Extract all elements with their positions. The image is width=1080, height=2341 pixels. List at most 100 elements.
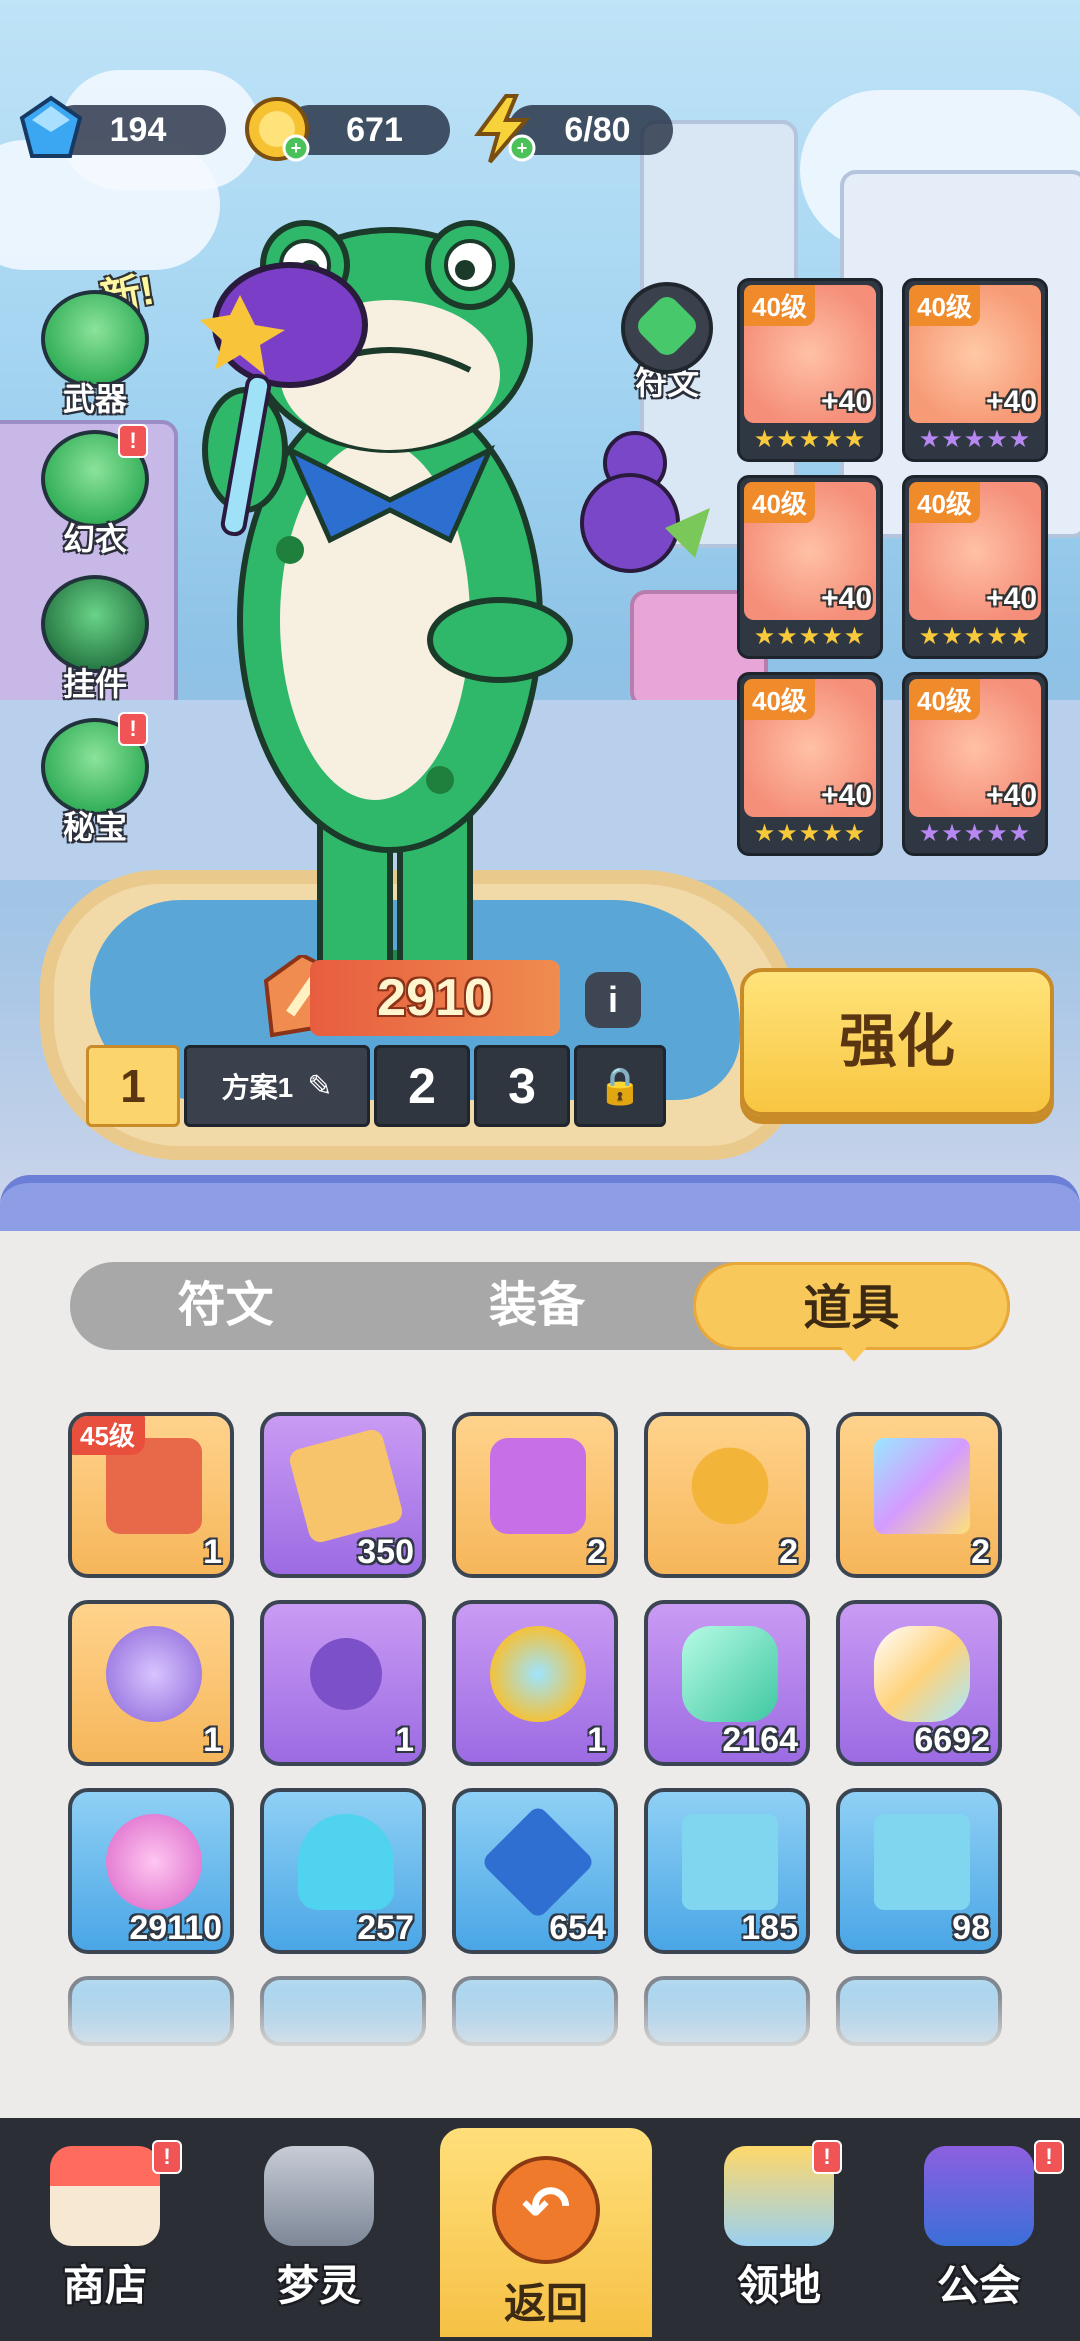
edit-icon: ✎ [307,1069,333,1103]
item-count: 29110 [129,1909,222,1947]
alert-badge: ! [118,424,148,458]
item-slot[interactable]: 6692 [836,1600,1002,1766]
item-count: 2 [971,1533,990,1571]
nav-guild[interactable]: 公会 ! [884,2118,1074,2341]
plan-2-button[interactable]: 2 [374,1045,470,1127]
item-count: 257 [357,1909,414,1947]
rune-icon [621,282,713,374]
shop-icon [50,2146,160,2246]
item-slot[interactable]: 185 [644,1788,810,1954]
spirit-capsule-icon [490,1626,586,1722]
equip-level: 40级 [909,285,980,326]
item-slot[interactable]: 2 [644,1412,810,1578]
equip-stars: ★★★★★ [753,426,867,453]
plan-selector: 1 方案1 ✎ 2 3 🔒 [86,1045,666,1127]
tab-items[interactable]: 道具 [692,1262,1010,1350]
equip-slot-pants[interactable]: 40级 +40 ★★★★★ [902,475,1048,659]
nav-label-dream: 梦灵 [276,2262,361,2309]
plan-locked-button[interactable]: 🔒 [574,1045,666,1127]
blueprint-icon [682,1814,778,1910]
nav-label-guild: 公会 [936,2262,1021,2309]
item-count: 350 [357,1533,414,1571]
guild-icon [924,2146,1034,2246]
tab-runes[interactable]: 符文 [70,1262,381,1350]
blueprint-icon [874,1814,970,1910]
gourd-icon [580,431,710,573]
item-slot[interactable]: 29110 [68,1788,234,1954]
equip-slot-armor[interactable]: 40级 +40 ★★★★★ [902,278,1048,462]
side-item-pendant[interactable]: 挂件 [30,575,160,705]
gems-value: 194 [109,110,167,149]
nav-label-shop: 商店 [62,2262,147,2309]
plan-current-number[interactable]: 1 [86,1045,180,1127]
item-slot[interactable]: 654 [452,1788,618,1954]
side-item-weapon[interactable]: 武器 [30,290,160,420]
puzzle-icon [490,1438,586,1534]
item-count: 1 [203,1533,222,1571]
item-slot[interactable]: 2 [452,1412,618,1578]
nav-label-territory: 领地 [736,2262,821,2309]
nav-dream-spirit[interactable]: 梦灵 [224,2118,414,2341]
pink-gem-icon [106,1814,202,1910]
plan-name-button[interactable]: 方案1 ✎ [184,1045,370,1127]
equip-level: 40级 [744,679,815,720]
lightning-icon[interactable]: + [466,92,540,166]
alert-badge: ! [118,712,148,746]
active-tab-pointer [840,1346,868,1362]
item-slot[interactable]: 350 [260,1412,426,1578]
equip-plus: +40 [986,582,1037,615]
panel-divider [0,1175,1080,1231]
equip-slot-shoes[interactable]: 40级 +40 ★★★★★ [737,672,883,856]
green-crystal-icon [682,1626,778,1722]
info-button[interactable]: i [585,972,641,1028]
side-label-costume: 幻衣 [62,521,127,557]
item-count: 2 [587,1533,606,1571]
equip-slot-helmet[interactable]: 40级 +40 ★★★★★ [737,278,883,462]
equip-slot-belt[interactable]: 40级 +40 ★★★★★ [737,475,883,659]
equip-plus: +40 [821,385,872,418]
alert-badge: ! [812,2140,842,2174]
svg-text:+: + [291,138,302,158]
plan-3-button[interactable]: 3 [474,1045,570,1127]
gem-icon[interactable] [14,92,88,166]
item-count: 2164 [722,1721,798,1759]
item-count: 654 [549,1909,606,1947]
nav-label-back: 返回 [503,2280,588,2327]
inventory-tabs: 符文 装备 道具 [70,1262,1010,1350]
alert-badge: ! [1034,2140,1064,2174]
rune-button[interactable]: 符文 [612,282,722,402]
item-slot[interactable]: 45级 1 [68,1412,234,1578]
equip-slot-accessory[interactable]: 40级 +40 ★★★★★ [902,672,1048,856]
side-item-costume[interactable]: 幻衣 ! [30,424,160,560]
nav-territory[interactable]: 领地 ! [684,2118,874,2341]
item-slot[interactable]: 98 [836,1788,1002,1954]
item-count: 2 [779,1533,798,1571]
combat-power: 2910 [310,960,560,1036]
item-slot[interactable]: 2164 [644,1600,810,1766]
gold-coin-icon[interactable]: + [240,92,314,166]
equip-plus: +40 [986,385,1037,418]
side-label-treasure: 秘宝 [62,809,127,845]
strengthen-button[interactable]: 强化 [740,968,1054,1116]
item-slot[interactable]: 2 [836,1412,1002,1578]
item-slot[interactable]: 1 [68,1600,234,1766]
plan-name: 方案1 [221,1072,294,1103]
item-slot[interactable]: 1 [260,1600,426,1766]
item-count: 98 [952,1909,990,1947]
equip-plus: +40 [821,582,872,615]
equip-stars: ★★★★★ [918,623,1032,650]
equip-stars: ★★★★★ [918,426,1032,453]
item-count: 1 [203,1721,222,1759]
item-count: 1 [395,1721,414,1759]
item-slot[interactable]: 257 [260,1788,426,1954]
item-slot[interactable]: 1 [452,1600,618,1766]
purple-key-icon [310,1638,382,1710]
side-label-pendant: 挂件 [62,666,127,702]
side-item-treasure[interactable]: 秘宝 ! [30,712,160,848]
blue-powder-icon [298,1814,394,1910]
tab-equipment[interactable]: 装备 [381,1262,692,1350]
side-label-weapon: 武器 [62,381,127,417]
nav-back[interactable]: ↶ 返回 [436,2124,656,2341]
nav-shop[interactable]: 商店 ! [10,2118,200,2341]
equip-level: 40级 [909,482,980,523]
